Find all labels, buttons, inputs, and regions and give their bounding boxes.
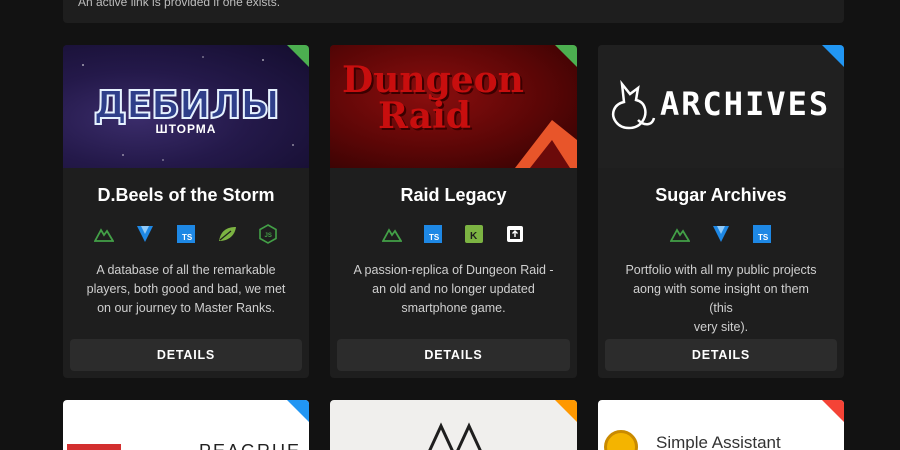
status-ribbon (287, 400, 309, 422)
desc-line: A passion-replica of Dungeon Raid - (353, 263, 554, 277)
logo-fragment (428, 422, 482, 450)
svg-text:JS: JS (265, 233, 272, 239)
card-description: A database of all the remarkable players… (85, 261, 287, 318)
tech-icons: TS K (330, 223, 577, 244)
ktor-icon: K (464, 223, 485, 244)
project-card-partial: Simple Assistant (598, 400, 844, 450)
status-ribbon (287, 45, 309, 67)
coin-icon (604, 430, 638, 450)
project-card-partial (330, 400, 577, 450)
desc-line: on our journey to Master Ranks. (97, 301, 275, 315)
status-ribbon (822, 45, 844, 67)
nuxt-icon (670, 223, 691, 244)
desc-line: A database of all the remarkable (96, 263, 276, 277)
desc-line: smartphone game. (401, 301, 506, 315)
typescript-icon: TS (752, 223, 773, 244)
nuxt-icon (94, 223, 115, 244)
desc-line: Portfolio with all my public projects (625, 263, 817, 277)
vuetify-icon (711, 223, 732, 244)
project-card-dbeels: ДЕБИЛЫ ШТОРМА D.Beels of the Storm TS JS… (63, 45, 309, 378)
open-external-icon[interactable] (505, 223, 526, 244)
logo-line2: Raid (378, 95, 471, 137)
desc-line: aong with some insight on them (this (633, 282, 809, 315)
card-title: D.Beels of the Storm (97, 185, 275, 205)
logo-sub: ШТОРМА (155, 122, 217, 136)
status-ribbon (822, 400, 844, 422)
tech-icons: TS (598, 223, 844, 244)
logo-partial-text: Simple Assistant (656, 433, 781, 450)
svg-text:TS: TS (182, 233, 193, 242)
info-banner: An active link is provided if one exists… (63, 0, 844, 23)
project-image[interactable]: ARCHIVES (598, 45, 844, 168)
project-card-sugar-archives: ARCHIVES Sugar Archives TS Portfolio wit… (598, 45, 844, 378)
logo-main: ДЕБИЛЫ (92, 82, 281, 128)
info-banner-text: An active link is provided if one exists… (78, 0, 281, 9)
typescript-icon: TS (423, 223, 444, 244)
logo-text: ARCHIVES (660, 85, 831, 123)
svg-text:TS: TS (429, 233, 440, 242)
status-ribbon (555, 45, 577, 67)
status-ribbon (555, 400, 577, 422)
desc-line: very site). (693, 320, 749, 334)
project-image[interactable]: ДЕБИЛЫ ШТОРМА (63, 45, 309, 168)
svg-text:TS: TS (758, 233, 769, 242)
nodejs-icon: JS (258, 223, 279, 244)
project-image[interactable]: Dungeon Raid (330, 45, 577, 168)
svg-text:K: K (470, 231, 478, 242)
desc-line: players, both good and bad, we met (86, 282, 286, 296)
details-button[interactable]: DETAILS (605, 339, 837, 371)
vuetify-icon (135, 223, 156, 244)
tech-icons: TS JS (63, 223, 309, 244)
card-description: A passion-replica of Dungeon Raid - an o… (352, 261, 555, 318)
desc-line: an old and no longer updated (372, 282, 535, 296)
leaf-icon (217, 223, 238, 244)
details-button[interactable]: DETAILS (337, 339, 570, 371)
project-card-partial: PEAGRUE (63, 400, 309, 450)
details-button[interactable]: DETAILS (70, 339, 302, 371)
nuxt-icon (382, 223, 403, 244)
fox-logo-icon (612, 80, 656, 130)
project-card-raid-legacy: Dungeon Raid Raid Legacy TS K A passion-… (330, 45, 577, 378)
card-title: Sugar Archives (655, 185, 787, 205)
logo-partial-text: PEAGRUE (199, 441, 301, 450)
logo-fragment (67, 444, 121, 450)
card-title: Raid Legacy (400, 185, 507, 205)
card-description: Portfolio with all my public projects ao… (620, 261, 822, 337)
typescript-icon: TS (176, 223, 197, 244)
